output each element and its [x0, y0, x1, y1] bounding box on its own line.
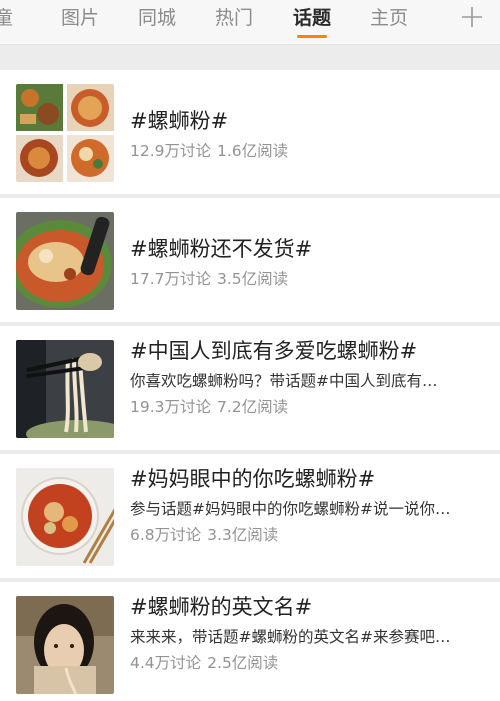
discussion-count: 6.8万讨论 — [130, 526, 202, 544]
topic-thumbnail — [16, 596, 114, 694]
tab-pictures[interactable]: 图片 — [61, 4, 99, 34]
discussion-count: 17.7万讨论 — [130, 270, 212, 288]
read-count: 7.2亿阅读 — [217, 398, 289, 416]
tab-home[interactable]: 主页 — [370, 4, 408, 34]
tab-topics[interactable]: 话题 — [293, 4, 331, 34]
topic-card[interactable]: #螺蛳粉# 12.9万讨论 1.6亿阅读 — [0, 70, 500, 194]
topic-thumbnail — [16, 212, 114, 310]
topic-thumbnail-collage — [16, 84, 114, 182]
topic-description: 你喜欢吃螺蛳粉吗？带话题#中国人到底有… — [130, 372, 438, 390]
tab-hot[interactable]: 热门 — [215, 4, 253, 34]
read-count: 1.6亿阅读 — [217, 142, 289, 160]
plus-icon[interactable] — [459, 4, 485, 30]
discussion-count: 12.9万讨论 — [130, 142, 212, 160]
topic-list-page: 童 图片 同城 热门 话题 主页 #螺蛳粉# 12.9万讨论 1.6亿阅读 #螺… — [0, 0, 500, 701]
tab-local[interactable]: 同城 — [138, 4, 176, 34]
discussion-count: 19.3万讨论 — [130, 398, 212, 416]
discussion-count: 4.4万讨论 — [130, 654, 202, 672]
topic-title: #妈妈眼中的你吃螺蛳粉# — [130, 467, 376, 491]
topic-card[interactable]: #妈妈眼中的你吃螺蛳粉# 参与话题#妈妈眼中的你吃螺蛳粉#说一说你… 6.8万讨… — [0, 454, 500, 578]
topic-card[interactable]: #中国人到底有多爱吃螺蛳粉# 你喜欢吃螺蛳粉吗？带话题#中国人到底有… 19.3… — [0, 326, 500, 450]
topic-stats: 12.9万讨论 1.6亿阅读 — [130, 141, 288, 161]
topic-title: #中国人到底有多爱吃螺蛳粉# — [130, 339, 418, 363]
read-count: 3.5亿阅读 — [217, 270, 289, 288]
topic-stats: 19.3万讨论 7.2亿阅读 — [130, 397, 288, 417]
topic-title: #螺蛳粉的英文名# — [130, 595, 313, 619]
read-count: 3.3亿阅读 — [207, 526, 279, 544]
tab-bar: 童 图片 同城 热门 话题 主页 — [0, 0, 500, 45]
topic-title: #螺蛳粉# — [130, 109, 229, 133]
topic-description: 参与话题#妈妈眼中的你吃螺蛳粉#说一说你… — [130, 500, 451, 518]
active-tab-indicator — [297, 35, 327, 38]
read-count: 2.5亿阅读 — [207, 654, 279, 672]
tab-partial[interactable]: 童 — [0, 4, 13, 34]
topic-stats: 4.4万讨论 2.5亿阅读 — [130, 653, 278, 673]
topic-card[interactable]: #螺蛳粉还不发货# 17.7万讨论 3.5亿阅读 — [0, 198, 500, 322]
topic-title: #螺蛳粉还不发货# — [130, 237, 313, 261]
topic-thumbnail — [16, 468, 114, 566]
topic-stats: 17.7万讨论 3.5亿阅读 — [130, 269, 288, 289]
topic-card[interactable]: #螺蛳粉的英文名# 来来来，带话题#螺蛳粉的英文名#来参赛吧… 4.4万讨论 2.… — [0, 582, 500, 701]
topic-description: 来来来，带话题#螺蛳粉的英文名#来参赛吧… — [130, 628, 451, 646]
topic-thumbnail — [16, 340, 114, 438]
topic-stats: 6.8万讨论 3.3亿阅读 — [130, 525, 278, 545]
